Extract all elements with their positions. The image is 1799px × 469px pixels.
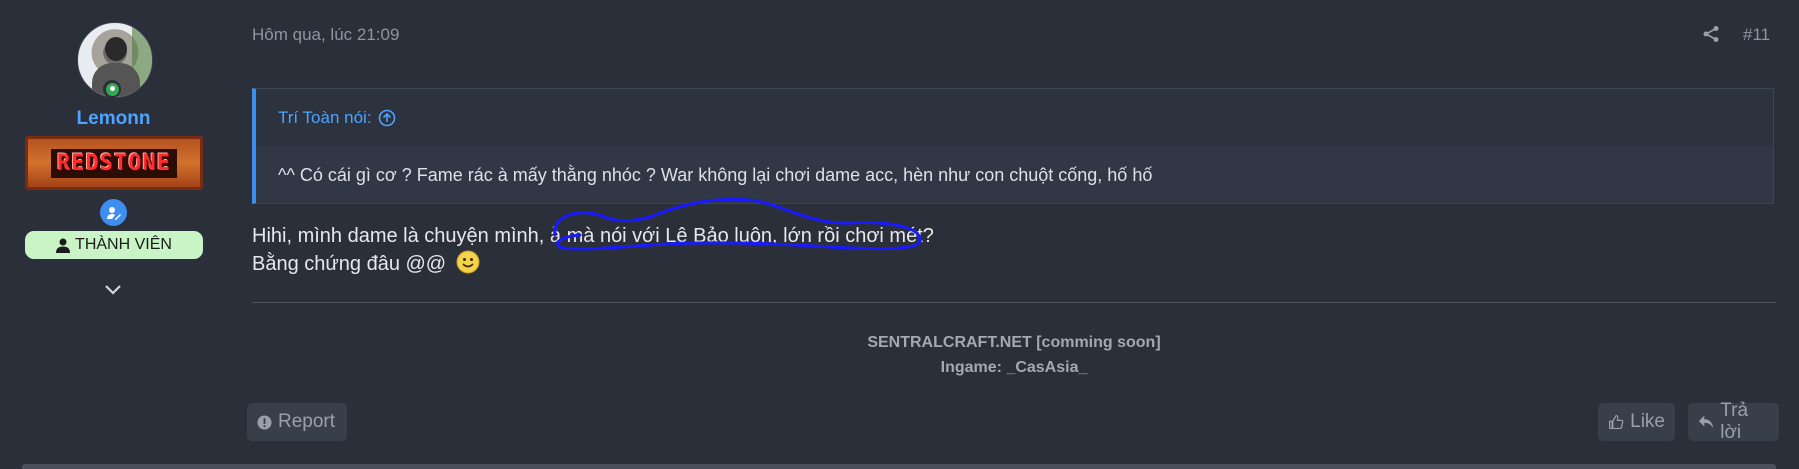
- role-badge: THÀNH VIÊN: [25, 231, 203, 259]
- quote-header[interactable]: Trí Toàn nói:: [256, 89, 1773, 146]
- report-button[interactable]: Report: [247, 403, 347, 441]
- arrow-up-circle-icon[interactable]: [378, 109, 396, 127]
- next-post-edge: [22, 464, 1776, 469]
- reply-button[interactable]: Trả lời: [1688, 400, 1779, 443]
- chevron-down-icon[interactable]: [101, 278, 125, 302]
- username[interactable]: Lemonn: [0, 108, 227, 130]
- message-line-2: Bằng chứng đâu @@: [252, 250, 934, 278]
- post-number[interactable]: #11: [1743, 25, 1770, 45]
- alert-icon: [257, 414, 272, 430]
- message-line: Hihi, mình dame là chuyện mình, à mà nói…: [252, 225, 934, 247]
- user-icon: [56, 238, 71, 253]
- quote-block: Trí Toàn nói: ^^ Có cái gì cơ ? Fame rác…: [252, 88, 1774, 204]
- signature: SENTRALCRAFT.NET [comming soon] Ingame: …: [252, 330, 1776, 380]
- share-icon[interactable]: [1702, 25, 1722, 45]
- edit-user-icon: [100, 199, 127, 226]
- signature-line-2: Ingame: _CasAsia_: [940, 359, 1088, 376]
- role-label: THÀNH VIÊN: [75, 236, 172, 253]
- reply-arrow-icon: [1698, 415, 1714, 429]
- forum-post: Lemonn REDSTONE THÀNH VIÊN Hôm qua, lúc …: [0, 0, 1799, 469]
- post-main: Hôm qua, lúc 21:09 #11 Trí Toàn nói: ^^ …: [247, 0, 1779, 469]
- signature-line: SENTRALCRAFT.NET [comming soon]: [867, 334, 1161, 351]
- signature-divider: [252, 302, 1776, 303]
- user-info-column: Lemonn REDSTONE THÀNH VIÊN: [0, 0, 227, 469]
- report-label: Report: [278, 411, 336, 432]
- quote-text: ^^ Có cái gì cơ ? Fame rác à mấy thằng n…: [278, 165, 1153, 185]
- user-banner: REDSTONE: [25, 136, 203, 190]
- like-label: Like: [1630, 411, 1665, 432]
- reply-label: Trả lời: [1720, 400, 1749, 443]
- banner-text: REDSTONE: [51, 148, 177, 178]
- quote-author[interactable]: Trí Toàn nói:: [278, 108, 372, 128]
- message-text: Bằng chứng đâu @@: [252, 253, 447, 275]
- thumbs-up-icon: [1609, 414, 1624, 430]
- post-timestamp[interactable]: Hôm qua, lúc 21:09: [252, 25, 399, 45]
- message-body: Hihi, mình dame là chuyện mình, à mà nói…: [252, 222, 934, 278]
- online-status-icon: [103, 80, 121, 98]
- smiley-emoji-icon: [456, 250, 480, 274]
- like-button[interactable]: Like: [1598, 403, 1675, 441]
